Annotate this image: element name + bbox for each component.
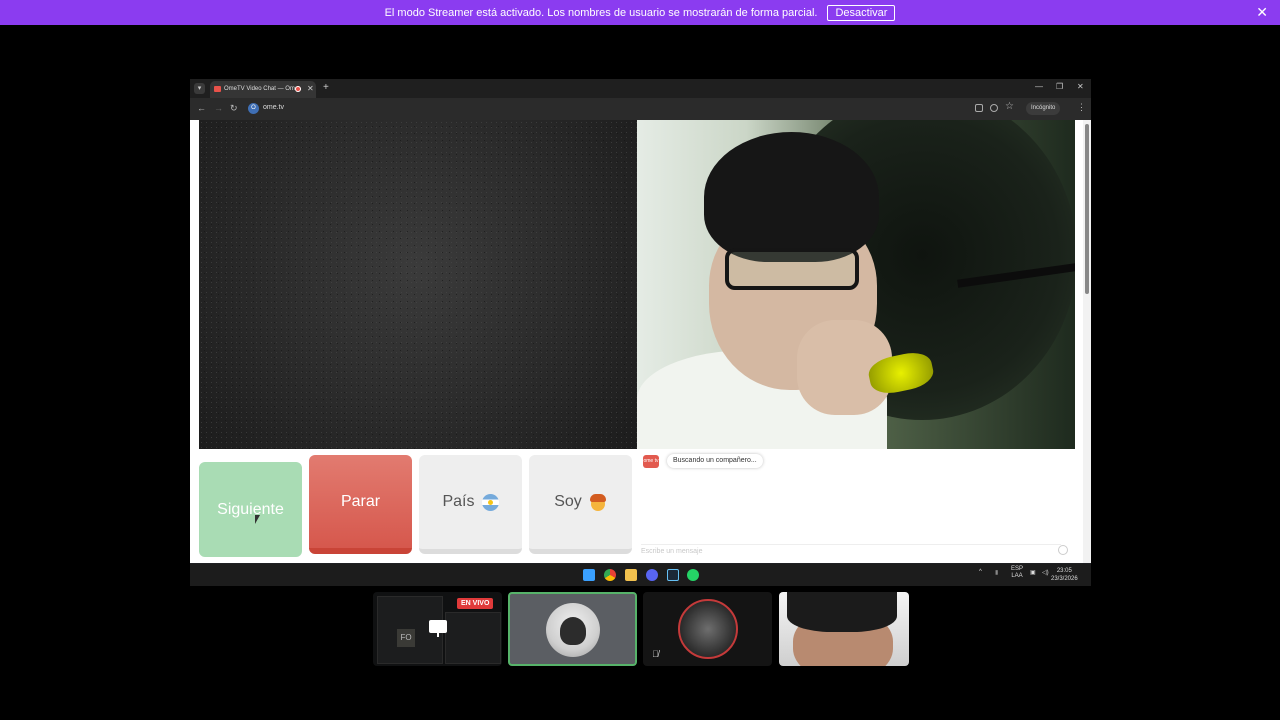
steam-icon[interactable] (667, 569, 679, 581)
tab-title: OmeTV Video Chat — Ome (224, 86, 299, 92)
tab-bar: ▾ OmeTV Video Chat — Ome ✕ + — ❐ ✕ (190, 79, 1091, 98)
person-glasses (725, 248, 859, 290)
participant-tile-screen-share[interactable]: FO EN VIVO (373, 592, 502, 666)
chrome-icon[interactable] (604, 569, 616, 581)
clock-date: 23/3/2026 (1051, 576, 1078, 582)
page-scrollbar[interactable] (1083, 120, 1091, 563)
ometv-favicon-icon (214, 86, 221, 92)
next-button[interactable]: Siguiente (199, 462, 302, 557)
close-icon[interactable]: ✕ (1256, 4, 1268, 21)
address-bar: ← → ↻ O ome.tv ☆ Incógnito ⋮ (190, 98, 1091, 120)
url-text: ome.tv (263, 104, 285, 111)
new-tab-icon[interactable]: + (323, 82, 329, 93)
tray-icon[interactable]: ▮ (995, 569, 998, 576)
status-message: Buscando un compañero... (667, 454, 763, 468)
self-camera-video (637, 120, 1075, 449)
live-badge: EN VIVO (457, 598, 494, 609)
window-close-icon[interactable]: ✕ (1077, 82, 1084, 91)
chat-panel: ome tv Buscando un compañero... Escribe … (637, 449, 1075, 563)
emoji-icon[interactable] (1058, 545, 1068, 555)
screen-preview-pane (445, 612, 501, 664)
avatar (546, 603, 600, 657)
camera-blocked-icon[interactable] (990, 104, 998, 112)
clock-time: 23:05 (1056, 568, 1072, 574)
tray-overflow-icon[interactable]: ^ (979, 569, 982, 575)
windows-start-icon[interactable] (583, 569, 595, 581)
language-indicator[interactable]: ESP LAA (1011, 566, 1023, 580)
scrollbar-thumb[interactable] (1085, 124, 1089, 294)
muted-mic-icon: 🎙̸ (652, 649, 659, 659)
mouse-cursor-icon (255, 515, 260, 524)
participant-tile-camera[interactable] (779, 592, 909, 666)
boy-emoji-icon (589, 493, 607, 511)
minimize-icon[interactable]: — (1035, 82, 1043, 91)
bookmark-star-icon[interactable]: ☆ (1005, 101, 1014, 112)
tab-search-icon[interactable]: ▾ (194, 83, 205, 94)
windows-taskbar: ^ ▮ ESP LAA ▣ ◁) 23:05 23/3/2026 (190, 564, 1091, 586)
gender-button[interactable]: Soy (529, 455, 632, 554)
streamer-mode-banner: El modo Streamer está activado. Los nomb… (0, 0, 1280, 25)
network-icon[interactable]: ▣ (1030, 569, 1036, 576)
video-static-noise (199, 120, 637, 449)
participant-hair (787, 592, 897, 632)
language-code: ESP (1011, 566, 1024, 572)
discord-icon[interactable] (646, 569, 658, 581)
incognito-badge[interactable]: Incógnito (1026, 102, 1061, 115)
next-label: Siguiente (217, 500, 284, 518)
avatar (678, 599, 738, 659)
screen-preview-text: FO (397, 629, 415, 647)
translate-icon[interactable] (975, 104, 983, 112)
banner-message: El modo Streamer está activado. Los nomb… (384, 6, 818, 19)
message-input[interactable]: Escribe un mensaje (641, 544, 1061, 560)
stop-label: Parar (340, 492, 381, 510)
back-icon[interactable]: ← (197, 103, 206, 113)
recording-icon (295, 86, 301, 92)
reload-icon[interactable]: ↻ (230, 103, 238, 114)
chat-controls: Siguiente Parar País Soy (199, 453, 637, 559)
forward-icon[interactable]: → (214, 103, 223, 113)
ometv-page: Siguiente Parar País Soy ome tv Buscando… (190, 120, 1091, 563)
omnibox[interactable]: O ome.tv (245, 101, 965, 117)
screen-share-icon (429, 620, 447, 637)
stop-button[interactable]: Parar (309, 455, 412, 554)
argentina-flag-icon (481, 493, 499, 511)
gender-label: Soy (554, 493, 582, 510)
browser-menu-icon[interactable]: ⋮ (1077, 102, 1086, 113)
file-explorer-icon[interactable] (625, 569, 637, 581)
tab-close-icon[interactable]: ✕ (307, 84, 314, 93)
deactivate-button[interactable]: Desactivar (827, 4, 896, 21)
country-label: País (442, 493, 475, 510)
participant-tile-active-speaker[interactable] (508, 592, 637, 666)
country-button[interactable]: País (419, 455, 522, 554)
person-hair (704, 132, 879, 262)
site-info-icon[interactable]: O (248, 103, 259, 114)
volume-icon[interactable]: ◁) (1042, 569, 1049, 576)
system-clock[interactable]: 23:05 23/3/2026 (1051, 567, 1078, 583)
whatsapp-icon[interactable] (687, 569, 699, 581)
browser-tab[interactable]: OmeTV Video Chat — Ome ✕ (210, 81, 316, 98)
shared-screen-browser-window: ▾ OmeTV Video Chat — Ome ✕ + — ❐ ✕ ← → ↻… (190, 79, 1091, 586)
stranger-video (199, 120, 637, 449)
restore-icon[interactable]: ❐ (1056, 82, 1063, 91)
participant-tile[interactable]: 🎙̸ (643, 592, 772, 666)
ometv-logo: ome tv (643, 455, 659, 468)
keyboard-layout: LAA (1011, 573, 1023, 579)
